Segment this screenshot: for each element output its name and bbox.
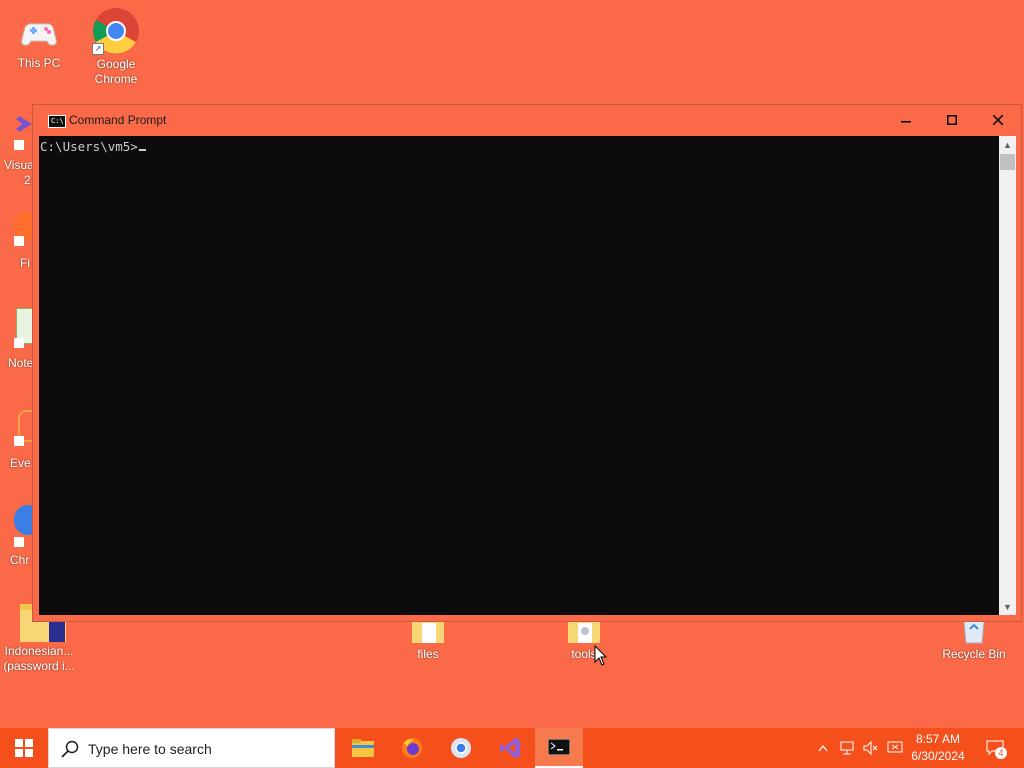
- clock-time: 8:57 AM: [915, 732, 961, 746]
- folder-icon: [408, 621, 448, 645]
- desktop-icon-label: Fi: [20, 256, 30, 270]
- desktop-icon-label: Chr: [10, 553, 30, 567]
- console-prompt: C:\Users\vm5>: [40, 139, 138, 154]
- network-tray-button[interactable]: [836, 728, 858, 768]
- desktop-icon-label: Recycle Bin: [942, 647, 1006, 661]
- shortcut-arrow-icon: [14, 537, 24, 547]
- desktop-icon-everything-partial[interactable]: Eve: [0, 410, 32, 472]
- console-area[interactable]: C:\Users\vm5>: [39, 136, 999, 615]
- window-titlebar[interactable]: C:\ Command Prompt: [33, 105, 1021, 135]
- console-output: C:\Users\vm5>: [40, 139, 146, 154]
- command-prompt-window[interactable]: C:\ Command Prompt C:\Users\vm5> ▲ ▼: [32, 104, 1022, 622]
- taskbar-command-prompt[interactable]: [535, 728, 583, 768]
- desktop-icon-label: Google Chrome: [94, 57, 138, 86]
- maximize-button[interactable]: [929, 105, 975, 135]
- shortcut-arrow-icon: ↗: [92, 43, 104, 55]
- chrome-icon: [451, 738, 471, 758]
- file-explorer-icon: [352, 739, 374, 757]
- text-cursor: [138, 149, 146, 151]
- show-hidden-icons-button[interactable]: [813, 728, 833, 768]
- shortcut-arrow-icon: [14, 236, 24, 246]
- command-prompt-icon: [548, 739, 570, 755]
- taskbar-firefox[interactable]: [388, 728, 436, 768]
- minimize-icon: [901, 121, 911, 123]
- desktop-icon-label: Note: [8, 356, 32, 370]
- action-center-button[interactable]: 4: [980, 728, 1010, 768]
- clock-date: 6/30/2024: [911, 749, 965, 763]
- desktop-icon-firefox-partial[interactable]: Fi: [0, 212, 32, 272]
- shortcut-arrow-icon: [14, 140, 24, 150]
- scroll-thumb[interactable]: [1000, 154, 1015, 170]
- close-button[interactable]: [975, 105, 1021, 135]
- taskbar-chrome[interactable]: [437, 728, 485, 768]
- desktop-icon-label: This PC: [17, 56, 61, 70]
- shortcut-arrow-icon: [14, 436, 24, 446]
- volume-muted-icon: [863, 741, 878, 755]
- taskbar: Type here to search 8:57 AM 6/30/2024 4: [0, 728, 1024, 768]
- system-clock[interactable]: 8:57 AM 6/30/2024: [900, 731, 976, 765]
- gamepad-icon: [19, 14, 59, 54]
- desktop-icon-visual-studio-partial[interactable]: Visua 2: [0, 116, 32, 186]
- desktop-icon-label: 2: [24, 173, 31, 186]
- desktop-icon-label: files: [417, 647, 439, 661]
- firefox-icon: [402, 738, 422, 758]
- folder-icon: [564, 621, 604, 645]
- chevron-up-icon: ▲: [1003, 139, 1012, 150]
- search-icon: [61, 740, 79, 758]
- chevron-down-icon: ▼: [1003, 601, 1012, 612]
- desktop-icon-label: Indonesian... (password i...: [3, 644, 75, 673]
- desktop-icon-label: Visua: [4, 158, 32, 172]
- scroll-down-button[interactable]: ▼: [999, 598, 1016, 615]
- desktop-icon-chrome-partial[interactable]: Chr: [0, 505, 32, 571]
- desktop-icon-tools[interactable]: tools: [546, 621, 622, 662]
- maximize-icon: [947, 115, 957, 125]
- chrome-icon: [14, 505, 32, 535]
- scroll-up-button[interactable]: ▲: [999, 136, 1016, 153]
- chrome-icon: ↗: [92, 7, 140, 55]
- desktop-icon-recycle-bin[interactable]: Recycle Bin: [936, 620, 1012, 662]
- visual-studio-icon: [16, 116, 32, 132]
- visual-studio-icon: [500, 738, 520, 758]
- desktop-icon-this-pc[interactable]: This PC: [1, 14, 77, 71]
- taskbar-file-explorer[interactable]: [339, 728, 387, 768]
- desktop-icon-notepad-partial[interactable]: Note: [0, 308, 32, 372]
- desktop-icon-label: tools: [571, 647, 597, 661]
- title-icon-text: C:\: [51, 117, 64, 125]
- recycle-bin-icon: [954, 620, 994, 645]
- volume-tray-button[interactable]: [860, 728, 882, 768]
- close-icon: [993, 115, 1003, 125]
- desktop-icon-label: Eve: [10, 456, 31, 470]
- vertical-scrollbar[interactable]: ▲ ▼: [999, 136, 1016, 615]
- desktop-icon-google-chrome[interactable]: ↗ Google Chrome: [78, 7, 154, 87]
- window-title: Command Prompt: [69, 113, 167, 127]
- taskbar-search-box[interactable]: Type here to search: [48, 728, 335, 768]
- windows-logo-icon: [15, 739, 33, 757]
- taskbar-visual-studio[interactable]: [486, 728, 534, 768]
- chevron-up-icon: [818, 744, 828, 752]
- search-placeholder: Type here to search: [88, 741, 212, 757]
- command-prompt-icon: C:\: [48, 115, 66, 128]
- notification-badge: 4: [995, 747, 1007, 759]
- minimize-button[interactable]: [883, 105, 929, 135]
- desktop-icon-files[interactable]: files: [390, 621, 466, 662]
- network-icon: [840, 741, 854, 755]
- shortcut-arrow-icon: [14, 338, 24, 348]
- mouse-pointer-icon: [594, 644, 608, 672]
- start-button[interactable]: [0, 728, 48, 768]
